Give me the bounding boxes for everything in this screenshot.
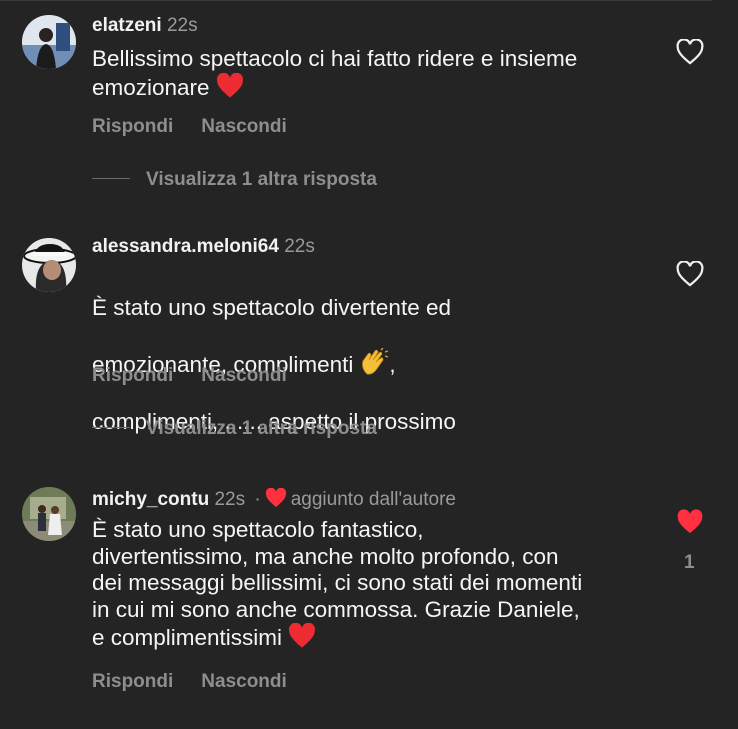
view-replies-button[interactable]: Visualizza 1 altra risposta <box>92 418 377 440</box>
comment-text-content: È stato uno spettacolo fantastico, diver… <box>92 517 583 650</box>
like-heart-icon[interactable] <box>676 260 704 287</box>
red-heart-icon <box>288 622 316 656</box>
timestamp: 22s <box>284 236 315 257</box>
username[interactable]: michy_contu <box>92 489 209 510</box>
clapping-hands-icon <box>359 347 389 383</box>
comment-header: elatzeni 22s <box>92 15 198 37</box>
comment-header: alessandra.meloni64 22s <box>92 236 315 258</box>
reply-button[interactable]: Rispondi <box>92 116 173 137</box>
liked-heart-icon[interactable] <box>676 509 704 535</box>
top-divider <box>0 0 712 1</box>
view-replies-button[interactable]: Visualizza 1 altra risposta <box>92 169 377 191</box>
timestamp: 22s <box>214 489 246 510</box>
hide-button[interactable]: Nascondi <box>201 365 287 386</box>
like-count: 1 <box>684 552 695 573</box>
separator: · <box>254 489 261 510</box>
reply-button[interactable]: Rispondi <box>92 671 173 692</box>
username[interactable]: alessandra.meloni64 <box>92 236 279 257</box>
red-heart-icon <box>265 487 287 514</box>
view-replies-label: Visualizza 1 altra risposta <box>146 418 377 439</box>
avatar[interactable] <box>22 15 76 69</box>
comment-text-fragment: , <box>389 351 396 377</box>
avatar[interactable] <box>22 487 76 541</box>
comment-header: michy_contu 22s · aggiunto dall'autore <box>92 487 456 514</box>
comment-actions: Rispondi Nascondi <box>92 365 287 387</box>
red-heart-icon <box>216 72 244 106</box>
replies-line <box>92 427 130 428</box>
avatar[interactable] <box>22 238 76 292</box>
liked-by-author-label: aggiunto dall'autore <box>290 489 456 510</box>
timestamp: 22s <box>166 15 198 36</box>
hide-button[interactable]: Nascondi <box>201 671 287 692</box>
comment-actions: Rispondi Nascondi <box>92 116 287 138</box>
like-heart-icon[interactable] <box>676 38 704 65</box>
reply-button[interactable]: Rispondi <box>92 365 173 386</box>
replies-line <box>92 178 130 179</box>
comment-text-line: È stato uno spettacolo divertente ed <box>92 294 451 320</box>
hide-button[interactable]: Nascondi <box>201 116 287 137</box>
comment-text: È stato uno spettacolo fantastico, diver… <box>92 517 662 656</box>
username[interactable]: elatzeni <box>92 15 162 36</box>
comment-text-content: Bellissimo spettacolo ci hai fatto rider… <box>92 46 578 100</box>
comment-actions: Rispondi Nascondi <box>92 671 287 693</box>
comment-text: Bellissimo spettacolo ci hai fatto rider… <box>92 46 652 105</box>
view-replies-label: Visualizza 1 altra risposta <box>146 169 377 190</box>
